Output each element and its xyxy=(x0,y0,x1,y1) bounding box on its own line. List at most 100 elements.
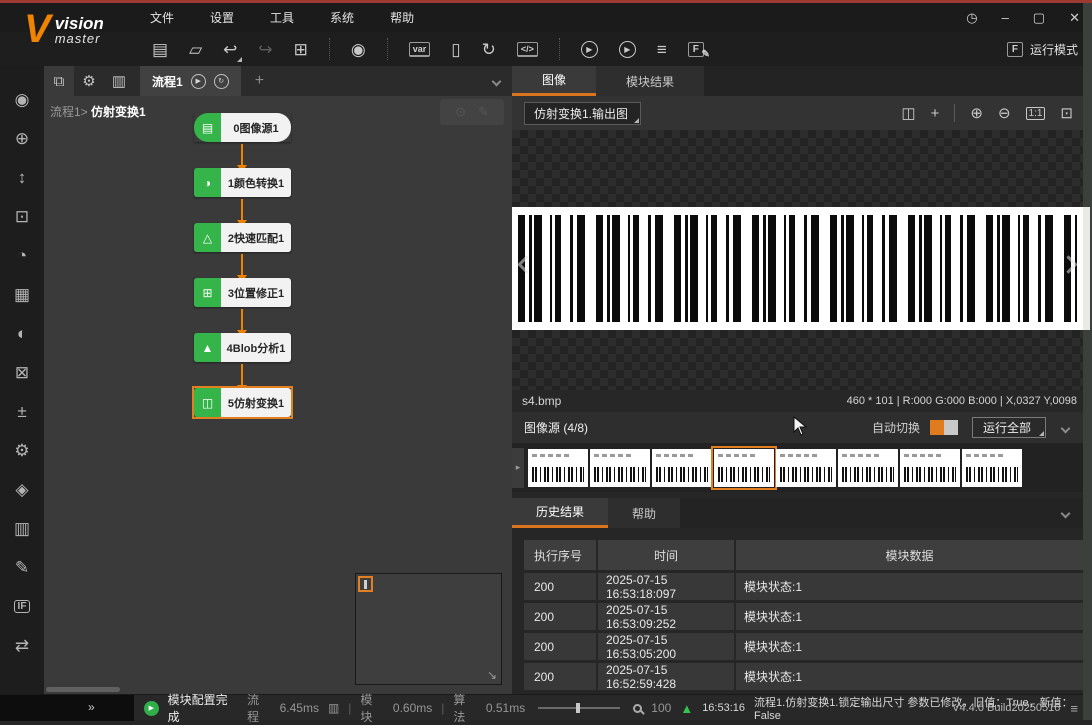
sphere-3d-icon[interactable]: ◐ xyxy=(0,314,44,353)
source-bar-collapse-icon[interactable] xyxy=(1060,419,1071,437)
clock-icon[interactable]: ◷ xyxy=(966,10,977,26)
minimap-resize-handle[interactable]: ↘ xyxy=(487,668,497,682)
thumbnail-8[interactable] xyxy=(962,448,1022,487)
actual-size-icon[interactable]: 1:1 xyxy=(1025,106,1046,120)
table-row[interactable]: 200 2025-07-15 16:53:18:097 模块状态:1 xyxy=(524,573,1083,601)
maximize-button[interactable]: ▢ xyxy=(1033,10,1045,26)
flow-node-color-convert[interactable]: ◑ 1颜色转换1 xyxy=(194,168,291,197)
logo-word-vision: vision xyxy=(54,14,104,33)
minimize-button[interactable]: – xyxy=(1002,10,1009,25)
thumbnail-scroll-left-button[interactable]: ▸ xyxy=(512,447,524,488)
capture-timing-icon[interactable]: ◔ xyxy=(0,236,44,275)
thumbnail-6[interactable] xyxy=(838,448,898,487)
run-all-button[interactable]: 运行全部 xyxy=(971,417,1046,438)
flow-detail-icon[interactable]: ▥ xyxy=(328,701,339,715)
thumbnail-1[interactable] xyxy=(528,448,588,487)
flow-node-position-fix[interactable]: ⊞ 3位置修正1 xyxy=(194,278,291,307)
redo-icon[interactable]: ↪ xyxy=(258,41,272,58)
minimap-viewport[interactable] xyxy=(358,576,373,592)
save-icon[interactable]: ▤ xyxy=(152,41,168,58)
thumbnail-5[interactable] xyxy=(776,448,836,487)
histogram-icon[interactable]: ▥ xyxy=(0,509,44,548)
image-settings-icon[interactable]: ⚙ xyxy=(0,431,44,470)
zoom-in-icon[interactable]: ⊕ xyxy=(970,104,983,122)
thumbnail-3[interactable] xyxy=(652,448,712,487)
script-code-icon[interactable]: </> xyxy=(516,41,538,57)
global-variable-icon[interactable]: var xyxy=(408,41,431,57)
flow-run-loop-icon[interactable]: ↻ xyxy=(213,73,229,89)
frame-lock-icon[interactable]: ⊞ xyxy=(294,41,308,58)
close-button[interactable]: ✕ xyxy=(1069,10,1080,26)
run-continuous-icon[interactable]: ▶ xyxy=(618,40,636,58)
menu-settings[interactable]: 设置 xyxy=(210,9,234,26)
breadcrumb-parent[interactable]: 流程1> xyxy=(50,105,88,119)
flow-barcode-icon[interactable]: ▥ xyxy=(104,66,134,96)
display-source-select[interactable]: 仿射变换1.输出图 xyxy=(524,101,642,125)
thumbnail-2[interactable] xyxy=(590,448,650,487)
calibration-axis-icon[interactable]: ⊠ xyxy=(0,353,44,392)
fit-screen-icon[interactable]: ⊡ xyxy=(1060,104,1073,122)
io-card-icon[interactable]: ▯ xyxy=(451,41,460,58)
thumbnail-4-selected[interactable] xyxy=(711,445,777,490)
add-flow-tab-button[interactable]: + xyxy=(255,72,264,90)
calculation-icon[interactable]: ± xyxy=(0,392,44,431)
camera-icon[interactable]: ◉ xyxy=(351,41,366,58)
status-play-icon: ▶ xyxy=(144,700,159,716)
tab-history-result[interactable]: 历史结果 xyxy=(512,498,609,528)
undo-icon[interactable]: ↩ xyxy=(223,41,243,62)
center-view-icon[interactable]: + xyxy=(931,105,940,122)
acquisition-icon[interactable]: ◉ xyxy=(0,80,44,119)
flow-horizontal-scrollbar[interactable] xyxy=(46,687,120,692)
compare-view-icon[interactable]: ◫ xyxy=(901,104,915,122)
menu-file[interactable]: 文件 xyxy=(150,9,174,26)
flow-node-affine-transform[interactable]: ◫ 5仿射变换1 xyxy=(192,386,293,419)
auto-switch-label: 自动切换 xyxy=(871,421,920,435)
image-edit-icon[interactable]: ✎ xyxy=(0,548,44,587)
canvas-edit-icon[interactable]: ✎ xyxy=(478,104,489,120)
menu-system[interactable]: 系统 xyxy=(330,9,354,26)
recognition-icon[interactable]: ⊡ xyxy=(0,197,44,236)
zoom-out-icon[interactable]: ⊖ xyxy=(998,104,1011,122)
flow-run-once-icon[interactable]: ▶ xyxy=(190,73,206,89)
color-fill-icon[interactable]: ◈ xyxy=(0,470,44,509)
slider-knob[interactable] xyxy=(576,703,581,713)
history-collapse-icon[interactable] xyxy=(1060,504,1071,522)
logic-if-icon[interactable]: IF xyxy=(0,587,44,626)
flow-node-fast-match[interactable]: △ 2快速匹配1 xyxy=(194,223,291,252)
tab-help[interactable]: 帮助 xyxy=(608,498,681,528)
run-once-icon[interactable]: ▶ xyxy=(580,40,598,58)
table-row[interactable]: 200 2025-07-15 16:53:09:252 模块状态:1 xyxy=(524,603,1083,631)
flow-header-collapse-icon[interactable] xyxy=(491,72,502,90)
menu-help[interactable]: 帮助 xyxy=(390,9,414,26)
global-tools-icon[interactable]: ⚙ xyxy=(74,66,104,96)
auto-switch-toggle[interactable] xyxy=(929,420,958,435)
flow-minimap[interactable]: ↘ xyxy=(355,573,502,685)
communication-branch-icon[interactable]: ⇄ xyxy=(0,626,44,665)
location-icon[interactable]: ⊕ xyxy=(0,119,44,158)
thumbnail-7[interactable] xyxy=(900,448,960,487)
flow-hierarchy-icon[interactable]: ⧉ xyxy=(44,66,74,96)
column-exec-index: 执行序号 xyxy=(524,540,596,570)
background-window-content xyxy=(1083,207,1090,330)
feature-points-icon[interactable]: ▦ xyxy=(0,275,44,314)
image-viewer[interactable] xyxy=(512,130,1083,390)
tab-image[interactable]: 图像 xyxy=(512,66,597,96)
expand-panel-icon[interactable]: » xyxy=(88,700,95,714)
open-icon[interactable]: ▱ xyxy=(189,41,202,58)
flow-tab[interactable]: 流程1 ▶ ↻ xyxy=(140,66,241,96)
canvas-zoom-slider[interactable] xyxy=(538,703,621,713)
tab-module-result[interactable]: 模块结果 xyxy=(596,66,705,96)
table-row[interactable]: 200 2025-07-15 16:53:05:200 模块状态:1 xyxy=(524,633,1083,661)
queue-manager-icon[interactable]: ≡ xyxy=(657,41,667,58)
menu-tools[interactable]: 工具 xyxy=(270,9,294,26)
measure-icon[interactable]: ↕ xyxy=(0,158,44,197)
notice-list-icon[interactable]: ≡ xyxy=(1070,701,1078,716)
canvas-zoom-icon[interactable]: ⊙ xyxy=(455,104,466,120)
rebuild-icon[interactable]: ↻ xyxy=(482,41,496,58)
flow-node-image-source[interactable]: ▤ 0图像源1 xyxy=(194,113,291,142)
table-row[interactable]: 200 2025-07-15 16:52:59:428 模块状态:1 xyxy=(524,663,1083,691)
flow-header: ⧉ ⚙ ▥ 流程1 ▶ ↻ + xyxy=(44,66,512,96)
flow-node-blob-analysis[interactable]: ▲ 4Blob分析1 xyxy=(194,333,291,362)
run-mode-switch[interactable]: F 运行模式 xyxy=(1006,32,1078,66)
format-edit-icon[interactable]: F ✎ xyxy=(687,41,710,60)
